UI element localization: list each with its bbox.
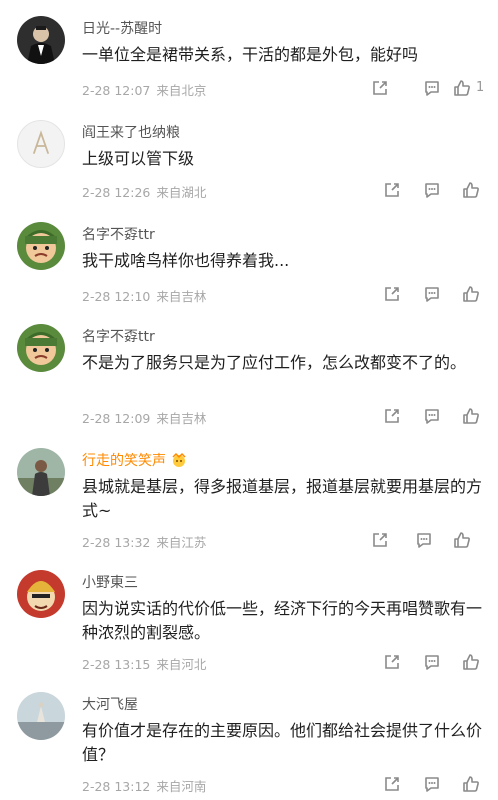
like-icon[interactable] xyxy=(452,78,474,100)
share-icon[interactable] xyxy=(370,78,392,100)
comment-meta: 2-28 13:12 来自河南 xyxy=(82,776,206,795)
comment-meta: 2-28 13:15 来自河北 xyxy=(82,654,206,673)
share-icon[interactable] xyxy=(382,774,404,796)
location: 来自吉林 xyxy=(156,411,207,426)
location: 来自湖北 xyxy=(156,185,207,200)
like-icon[interactable] xyxy=(452,530,474,552)
comment-text: 不是为了服务只是为了应付工作，怎么改都变不了的。 xyxy=(82,353,467,372)
comment-actions xyxy=(370,530,490,552)
avatar[interactable] xyxy=(17,16,65,64)
username[interactable]: 日光--苏醒时 xyxy=(82,18,162,38)
avatar[interactable] xyxy=(17,120,65,168)
like-icon[interactable] xyxy=(461,774,483,796)
comment-meta: 2-28 12:07 来自北京 xyxy=(82,80,206,99)
username[interactable]: 行走的笑笑声 xyxy=(82,450,188,470)
username[interactable]: 名字不孬ttr xyxy=(82,326,155,346)
comment-meta: 2-28 13:32 来自江苏 xyxy=(82,532,206,551)
comment-icon[interactable] xyxy=(422,180,444,202)
comment-actions xyxy=(370,406,490,428)
avatar[interactable] xyxy=(17,222,65,270)
comment-item: 大河飞屋 有价值才是存在的主要原因。他们都给社会提供了什么价值？ 2-28 13… xyxy=(0,692,498,800)
timestamp: 2-28 13:15 xyxy=(82,657,151,672)
vip-badge-icon xyxy=(170,451,188,469)
like-count: 1 xyxy=(476,80,485,95)
timestamp: 2-28 12:10 xyxy=(82,289,151,304)
timestamp: 2-28 13:32 xyxy=(82,535,151,550)
comment-text: 一单位全是裙带关系，干活的都是外包，能好吗 xyxy=(82,45,419,64)
avatar[interactable] xyxy=(17,692,65,740)
timestamp: 2-28 12:07 xyxy=(82,83,151,98)
comment-meta: 2-28 12:26 来自湖北 xyxy=(82,182,206,201)
username-text: 行走的笑笑声 xyxy=(82,453,166,469)
like-icon[interactable] xyxy=(461,652,483,674)
share-icon[interactable] xyxy=(382,180,404,202)
comment-item: 名字不孬ttr 不是为了服务只是为了应付工作，怎么改都变不了的。 2-28 12… xyxy=(0,324,498,434)
comment-actions xyxy=(370,652,490,674)
share-icon[interactable] xyxy=(382,284,404,306)
share-icon[interactable] xyxy=(370,530,392,552)
comment-icon[interactable] xyxy=(414,530,436,552)
like-icon[interactable] xyxy=(461,406,483,428)
comment-text: 因为说实话的代价低一些，经济下行的今天再唱赞歌有一种浓烈的割裂感。 xyxy=(82,599,483,642)
timestamp: 2-28 13:12 xyxy=(82,779,151,794)
like-icon[interactable] xyxy=(461,180,483,202)
location: 来自北京 xyxy=(156,83,207,98)
username[interactable]: 阎王来了也纳粮 xyxy=(82,122,180,142)
comment-item: 日光--苏醒时 一单位全是裙带关系，干活的都是外包，能好吗 2-28 12:07… xyxy=(0,16,498,106)
location: 来自河南 xyxy=(156,779,207,794)
comment-item: 名字不孬ttr 我干成啥鸟样你也得养着我... 2-28 12:10 来自吉林 xyxy=(0,222,498,312)
share-icon[interactable] xyxy=(382,652,404,674)
comment-text: 县城就是基层，得多报道基层，报道基层就要用基层的方式~ xyxy=(82,477,483,520)
location: 来自吉林 xyxy=(156,289,207,304)
username[interactable]: 大河飞屋 xyxy=(82,694,138,714)
comment-actions xyxy=(370,284,490,306)
username[interactable]: 小野東三 xyxy=(82,572,138,592)
comment-meta: 2-28 12:10 来自吉林 xyxy=(82,286,206,305)
share-icon[interactable] xyxy=(382,406,404,428)
comment-actions xyxy=(370,774,490,796)
comment-item: 行走的笑笑声 县城就是基层，得多报道基层，报道基层就要用基层的方式~ 2-28 … xyxy=(0,448,498,558)
comment-item: 阎王来了也纳粮 上级可以管下级 2-28 12:26 来自湖北 xyxy=(0,120,498,210)
like-icon[interactable] xyxy=(461,284,483,306)
comment-text: 有价值才是存在的主要原因。他们都给社会提供了什么价值？ xyxy=(82,721,483,764)
comment-icon[interactable] xyxy=(422,78,444,100)
comment-actions: 1 xyxy=(370,78,490,100)
comment-actions xyxy=(370,180,490,202)
comment-icon[interactable] xyxy=(422,774,444,796)
location: 来自江苏 xyxy=(156,535,207,550)
comment-icon[interactable] xyxy=(422,652,444,674)
comment-text: 上级可以管下级 xyxy=(82,149,195,168)
username[interactable]: 名字不孬ttr xyxy=(82,224,155,244)
comment-text: 我干成啥鸟样你也得养着我... xyxy=(82,251,290,270)
avatar[interactable] xyxy=(17,570,65,618)
timestamp: 2-28 12:26 xyxy=(82,185,151,200)
comment-meta: 2-28 12:09 来自吉林 xyxy=(82,408,206,427)
location: 来自河北 xyxy=(156,657,207,672)
avatar[interactable] xyxy=(17,324,65,372)
comment-icon[interactable] xyxy=(422,284,444,306)
comment-item: 小野東三 因为说实话的代价低一些，经济下行的今天再唱赞歌有一种浓烈的割裂感。 2… xyxy=(0,570,498,680)
timestamp: 2-28 12:09 xyxy=(82,411,151,426)
comment-list: 日光--苏醒时 一单位全是裙带关系，干活的都是外包，能好吗 2-28 12:07… xyxy=(0,0,498,800)
avatar[interactable] xyxy=(17,448,65,496)
comment-icon[interactable] xyxy=(422,406,444,428)
